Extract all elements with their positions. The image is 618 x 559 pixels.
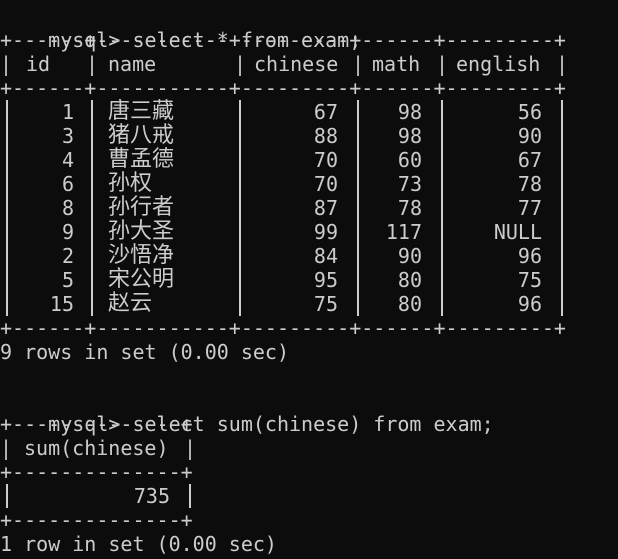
- cell-name: 曹孟德: [108, 147, 175, 172]
- cell-name: 沙悟净: [108, 243, 175, 268]
- table-border-col: [91, 100, 93, 316]
- table-border-char: |: [0, 52, 13, 76]
- cell-math: 117: [385, 220, 422, 244]
- cell-english: 56: [517, 100, 542, 124]
- table-border-col: [357, 100, 359, 316]
- cell-name: 猪八戒: [108, 123, 175, 148]
- table-border-char: |: [352, 52, 365, 76]
- cell-math: 73: [397, 172, 422, 196]
- prompt-line-1: mysql> select * from exam;: [0, 4, 361, 52]
- table-border-bottom: +------+-----------+---------+------+---…: [0, 316, 566, 340]
- table-border-char: |: [234, 52, 247, 76]
- cell-id: 15: [49, 292, 74, 316]
- table-border-col: [239, 100, 241, 316]
- column-header-id: id: [26, 52, 51, 76]
- cell-id: 3: [61, 124, 74, 148]
- table-border-char: |: [556, 52, 569, 76]
- sum-value: 735: [133, 484, 170, 508]
- column-header-name: name: [108, 52, 157, 76]
- terminal-window[interactable]: mysql> select * from exam; +------+-----…: [0, 0, 618, 559]
- cell-name: 宋公明: [108, 267, 175, 292]
- column-header-math: math: [372, 52, 421, 76]
- cell-chinese: 87: [313, 196, 338, 220]
- table-border-bottom: +--------------+: [0, 508, 193, 532]
- table-border-top: +------+-----------+---------+------+---…: [0, 28, 566, 52]
- column-header-english: english: [456, 52, 541, 76]
- cell-math: 80: [397, 292, 422, 316]
- cell-math: 98: [397, 100, 422, 124]
- table-border-char: |: [184, 436, 197, 460]
- cell-name: 孙行者: [108, 195, 175, 220]
- table-border-col: [441, 100, 443, 316]
- prompt-line-2: mysql> select sum(chinese) from exam;: [0, 388, 494, 436]
- cell-id: 8: [61, 196, 74, 220]
- cell-id: 9: [61, 220, 74, 244]
- cell-chinese: 95: [313, 268, 338, 292]
- cell-id: 1: [61, 100, 74, 124]
- cell-chinese: 88: [313, 124, 338, 148]
- cell-name: 孙权: [108, 171, 153, 196]
- table-border-right: [561, 100, 563, 316]
- cell-chinese: 70: [313, 148, 338, 172]
- cell-math: 78: [397, 196, 422, 220]
- table-border-header: +------+-----------+---------+------+---…: [0, 76, 566, 100]
- table-border-char: |: [0, 436, 13, 460]
- cell-english: 77: [517, 196, 542, 220]
- cell-chinese: 84: [313, 244, 338, 268]
- cell-math: 98: [397, 124, 422, 148]
- cell-english: 90: [517, 124, 542, 148]
- cell-name: 赵云: [108, 291, 153, 316]
- cell-chinese: 99: [313, 220, 338, 244]
- cell-english: 67: [517, 148, 542, 172]
- cell-chinese: 75: [313, 292, 338, 316]
- table-border-char: |: [436, 52, 449, 76]
- cell-id: 5: [61, 268, 74, 292]
- cell-math: 80: [397, 268, 422, 292]
- column-header-sum-chinese: sum(chinese): [24, 436, 169, 460]
- cell-id: 2: [61, 244, 74, 268]
- table-border-left: [6, 100, 8, 316]
- column-header-chinese: chinese: [254, 52, 339, 76]
- cell-name: 孙大圣: [108, 219, 175, 244]
- table-border-char: |: [86, 52, 99, 76]
- cell-name: 唐三藏: [108, 99, 175, 124]
- table-border-left: [6, 484, 8, 508]
- table-border-top: +--------------+: [0, 412, 193, 436]
- cell-id: 6: [61, 172, 74, 196]
- table-border-right: [189, 484, 191, 508]
- cell-id: 4: [61, 148, 74, 172]
- cell-english: 96: [517, 292, 542, 316]
- cell-chinese: 70: [313, 172, 338, 196]
- cell-english: NULL: [493, 220, 542, 244]
- result-summary-2: 1 row in set (0.00 sec): [0, 532, 277, 556]
- cell-english: 96: [517, 244, 542, 268]
- cell-english: 75: [517, 268, 542, 292]
- cell-english: 78: [517, 172, 542, 196]
- cell-math: 90: [397, 244, 422, 268]
- table-border-header: +--------------+: [0, 460, 193, 484]
- cell-math: 60: [397, 148, 422, 172]
- result-summary-1: 9 rows in set (0.00 sec): [0, 340, 289, 364]
- cell-chinese: 67: [313, 100, 338, 124]
